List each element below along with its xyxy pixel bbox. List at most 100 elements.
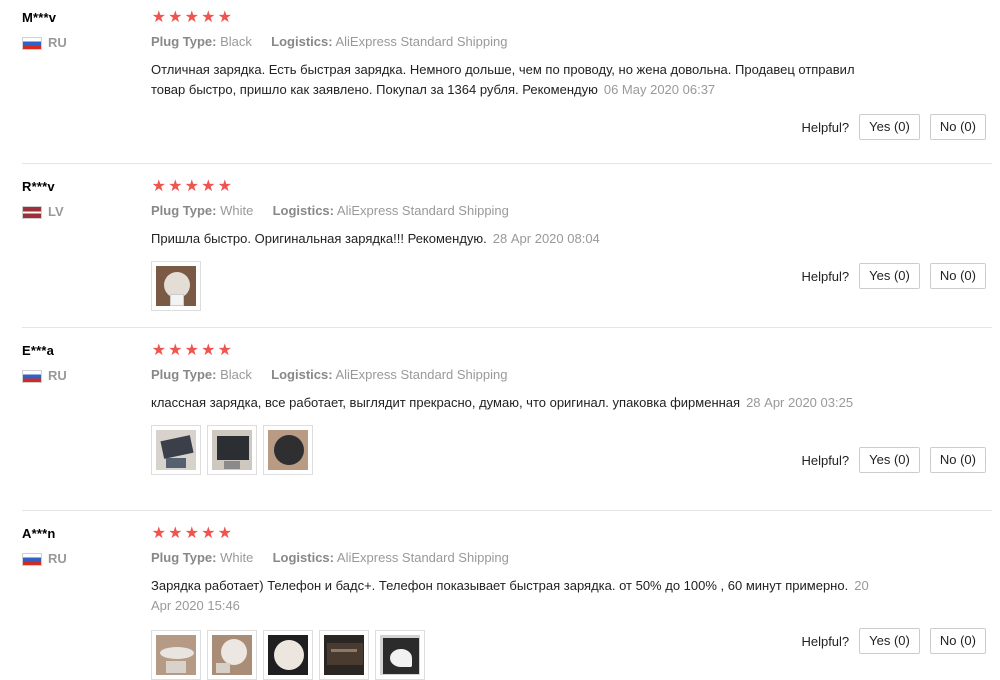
flag-ru-icon	[22, 36, 42, 50]
helpful-yes-button[interactable]: Yes (0)	[859, 447, 920, 473]
logistics-label: Logistics:	[272, 203, 334, 218]
star-rating: ★ ★ ★ ★ ★	[151, 10, 886, 26]
star-rating: ★ ★ ★ ★ ★	[151, 343, 886, 359]
helpful-yes-button[interactable]: Yes (0)	[859, 263, 920, 289]
star-icon: ★	[168, 342, 183, 359]
flag-ru-icon	[22, 369, 42, 383]
review-body: ★ ★ ★ ★ ★ Plug Type: Black Logistics: AliExp…	[151, 343, 886, 475]
review-body: ★ ★ ★ ★ ★ Plug Type: White Logistics: AliExp…	[151, 526, 886, 680]
star-icon: ★	[168, 9, 183, 26]
helpful-block: Helpful? Yes (0) No (0)	[801, 263, 986, 289]
review-photo[interactable]	[151, 630, 201, 680]
country-code: LV	[48, 204, 64, 219]
review-content: Пришла быстро. Оригинальная зарядка!!! Р…	[151, 231, 487, 246]
review-item: M***v RU ★ ★ ★ ★ ★ Plug Type: Black Logistic…	[22, 10, 992, 164]
star-icon: ★	[184, 178, 199, 195]
review-photo[interactable]	[263, 425, 313, 475]
country-code: RU	[48, 368, 67, 383]
reviewer-country: RU	[22, 369, 142, 383]
review-photo[interactable]	[151, 261, 201, 311]
star-icon: ★	[184, 525, 199, 542]
review-photos	[151, 425, 886, 475]
reviewer-country: RU	[22, 36, 142, 50]
logistics-label: Logistics:	[272, 550, 334, 565]
review-content: Зарядка работает) Телефон и бадс+. Телеф…	[151, 578, 849, 593]
flag-ru-icon	[22, 552, 42, 566]
star-icon: ★	[201, 9, 216, 26]
helpful-label: Helpful?	[801, 633, 850, 649]
plug-type-value: White	[220, 203, 254, 218]
review-list: M***v RU ★ ★ ★ ★ ★ Plug Type: Black Logistic…	[0, 0, 1000, 680]
review-item: E***a RU ★ ★ ★ ★ ★ Plug Type: Black Logistic…	[22, 343, 992, 511]
review-text: Пришла быстро. Оригинальная зарядка!!! Р…	[151, 229, 886, 249]
helpful-label: Helpful?	[801, 452, 850, 468]
reviewer-country: LV	[22, 205, 142, 219]
helpful-no-button[interactable]: No (0)	[929, 263, 986, 289]
review-properties: Plug Type: Black Logistics: AliExpress S…	[151, 34, 886, 50]
helpful-yes-button[interactable]: Yes (0)	[859, 114, 920, 140]
logistics-value: AliExpress Standard Shipping	[336, 550, 509, 565]
helpful-no-button[interactable]: No (0)	[929, 447, 986, 473]
star-icon: ★	[184, 9, 199, 26]
star-icon: ★	[201, 342, 216, 359]
logistics-value: AliExpress Standard Shipping	[335, 367, 508, 382]
logistics-label: Logistics:	[271, 367, 333, 382]
review-photo[interactable]	[151, 425, 201, 475]
helpful-block: Helpful? Yes (0) No (0)	[801, 447, 986, 473]
review-photo[interactable]	[263, 630, 313, 680]
helpful-no-button[interactable]: No (0)	[929, 628, 986, 654]
plug-type-label: Plug Type:	[151, 367, 217, 382]
helpful-label: Helpful?	[801, 119, 850, 135]
star-icon: ★	[151, 9, 166, 26]
country-code: RU	[48, 551, 67, 566]
plug-type-value: Black	[220, 34, 252, 49]
review-date: 06 May 2020 06:37	[603, 82, 716, 97]
star-icon: ★	[151, 178, 166, 195]
reviewer-info: R***v LV	[22, 179, 142, 219]
helpful-label: Helpful?	[801, 268, 850, 284]
reviewer-name: A***n	[22, 526, 56, 541]
logistics-value: AliExpress Standard Shipping	[336, 203, 509, 218]
review-properties: Plug Type: White Logistics: AliExpress S…	[151, 203, 886, 219]
review-text: классная зарядка, все работает, выглядит…	[151, 393, 886, 413]
reviewer-country: RU	[22, 552, 142, 566]
reviewer-info: A***n RU	[22, 526, 142, 566]
star-icon: ★	[201, 178, 216, 195]
review-date: 28 Apr 2020 03:25	[746, 395, 854, 410]
reviewer-info: E***a RU	[22, 343, 142, 383]
review-photo[interactable]	[319, 630, 369, 680]
helpful-no-button[interactable]: No (0)	[929, 114, 986, 140]
star-rating: ★ ★ ★ ★ ★	[151, 179, 886, 195]
review-content: классная зарядка, все работает, выглядит…	[151, 395, 741, 410]
helpful-yes-button[interactable]: Yes (0)	[859, 628, 920, 654]
plug-type-value: Black	[220, 367, 252, 382]
review-date: 28 Apr 2020 08:04	[492, 231, 600, 246]
star-icon: ★	[217, 525, 232, 542]
review-item: R***v LV ★ ★ ★ ★ ★ Plug Type: White Logistic…	[22, 179, 992, 328]
helpful-block: Helpful? Yes (0) No (0)	[801, 114, 986, 140]
plug-type-label: Plug Type:	[151, 550, 217, 565]
logistics-label: Logistics:	[271, 34, 333, 49]
review-body: ★ ★ ★ ★ ★ Plug Type: White Logistics: AliExp…	[151, 179, 886, 311]
review-properties: Plug Type: White Logistics: AliExpress S…	[151, 550, 886, 566]
star-icon: ★	[168, 178, 183, 195]
flag-lv-icon	[22, 205, 42, 219]
star-icon: ★	[151, 342, 166, 359]
review-photos	[151, 630, 886, 680]
star-icon: ★	[217, 178, 232, 195]
review-item: A***n RU ★ ★ ★ ★ ★ Plug Type: White Logistic…	[22, 526, 992, 680]
review-photo[interactable]	[207, 630, 257, 680]
review-photo[interactable]	[207, 425, 257, 475]
helpful-block: Helpful? Yes (0) No (0)	[801, 628, 986, 654]
review-body: ★ ★ ★ ★ ★ Plug Type: Black Logistics: AliExp…	[151, 10, 886, 100]
star-rating: ★ ★ ★ ★ ★	[151, 526, 886, 542]
plug-type-value: White	[220, 550, 254, 565]
country-code: RU	[48, 35, 67, 50]
review-content: Отличная зарядка. Есть быстрая зарядка. …	[151, 62, 855, 97]
reviewer-info: M***v RU	[22, 10, 142, 50]
plug-type-label: Plug Type:	[151, 34, 217, 49]
star-icon: ★	[217, 9, 232, 26]
review-photos	[151, 261, 886, 311]
review-photo[interactable]	[375, 630, 425, 680]
star-icon: ★	[217, 342, 232, 359]
